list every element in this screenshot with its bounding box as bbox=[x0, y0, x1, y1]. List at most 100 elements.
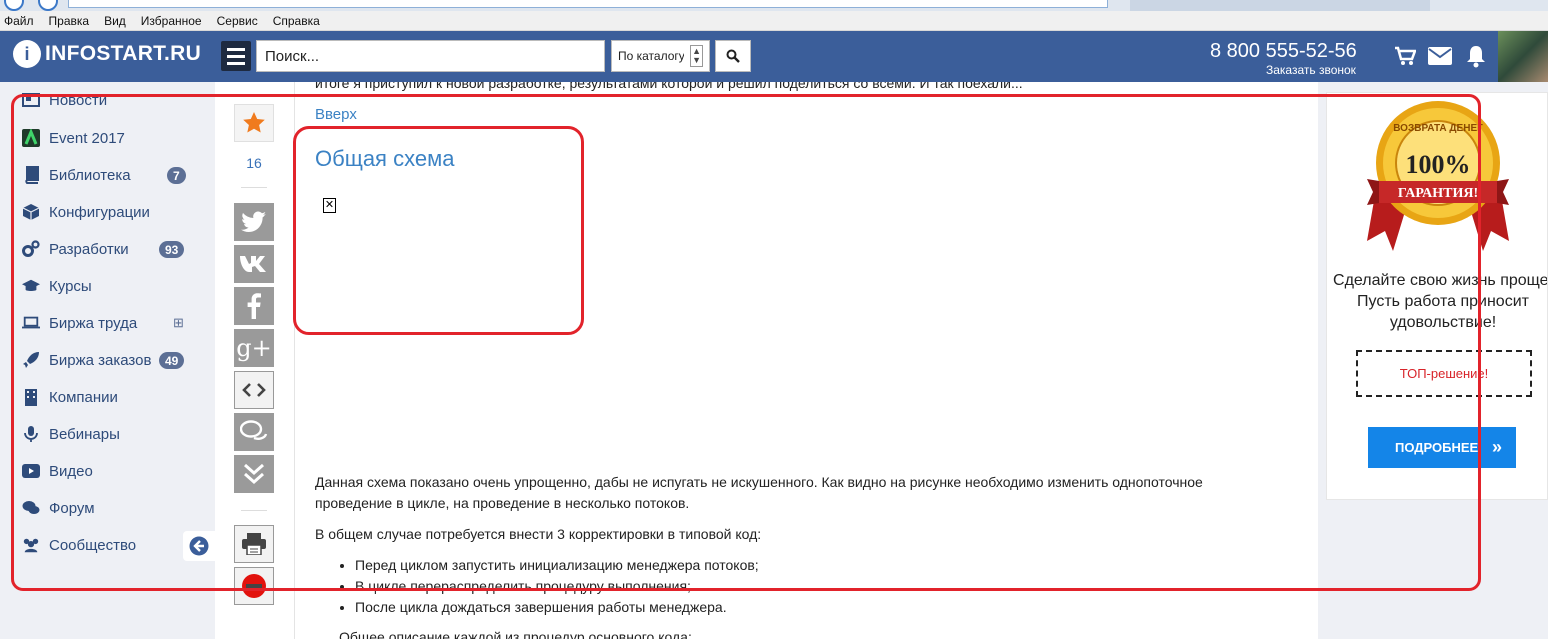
guarantee-seal-icon: ВОЗВРАТА ДЕНЕГ 100% ГАРАНТИЯ! bbox=[1367, 101, 1509, 251]
seal-percent-text: 100% bbox=[1406, 150, 1471, 179]
sidebar-item-forum[interactable]: Форум bbox=[22, 497, 95, 519]
search-icon bbox=[726, 49, 740, 63]
user-avatar[interactable] bbox=[1498, 31, 1548, 82]
stop-icon bbox=[242, 574, 266, 598]
sidebar-item-configurations[interactable]: Конфигурации bbox=[22, 201, 150, 223]
google-plus-icon: g+ bbox=[236, 334, 272, 362]
sidebar-nav: Новости Event 2017 Библиотека 7 Конфигур… bbox=[0, 82, 215, 639]
menu-help[interactable]: Справка bbox=[273, 14, 320, 28]
twitter-icon bbox=[241, 211, 266, 232]
arrow-left-circle-icon bbox=[189, 536, 209, 556]
right-sidebar: ВОЗВРАТА ДЕНЕГ 100% ГАРАНТИЯ! Сделайте с… bbox=[1318, 82, 1548, 639]
sidebar-item-video[interactable]: Видео bbox=[22, 460, 93, 482]
share-toolbar: 16 g+ bbox=[215, 82, 295, 639]
seal-top-text: ВОЗВРАТА ДЕНЕГ bbox=[1393, 123, 1483, 134]
sidebar-item-community[interactable]: Сообщество bbox=[22, 534, 136, 556]
site-logo[interactable]: i INFOSTART.RU bbox=[13, 40, 201, 68]
browser-back-button[interactable] bbox=[4, 0, 24, 11]
sidebar-item-order-exchange[interactable]: Биржа заказов bbox=[22, 349, 151, 371]
sidebar-item-event[interactable]: Event 2017 bbox=[22, 127, 125, 149]
sidebar-item-news[interactable]: Новости bbox=[22, 89, 107, 111]
sidebar-item-label: Новости bbox=[49, 91, 108, 109]
expand-plus-icon[interactable]: ⊞ bbox=[173, 315, 184, 331]
browser-tabs[interactable] bbox=[1130, 0, 1430, 11]
browser-menubar: Файл Правка Вид Избранное Сервис Справка bbox=[0, 11, 1548, 31]
share-google-plus-button[interactable]: g+ bbox=[234, 329, 274, 367]
phone-number[interactable]: 8 800 555-52-56 bbox=[1210, 40, 1357, 63]
share-vk-button[interactable] bbox=[234, 245, 274, 283]
building-icon bbox=[22, 388, 40, 406]
list-item: В цикле перераспределить процедуру выпол… bbox=[355, 576, 759, 597]
sidebar-item-companies[interactable]: Компании bbox=[22, 386, 118, 408]
menu-hamburger-button[interactable] bbox=[221, 41, 251, 71]
chevron-double-right-icon: » bbox=[1491, 437, 1502, 457]
sidebar-item-label: Видео bbox=[49, 462, 93, 480]
sidebar-item-webinars[interactable]: Вебинары bbox=[22, 423, 120, 445]
menu-view[interactable]: Вид bbox=[104, 14, 126, 28]
sidebar-item-label: Event 2017 bbox=[49, 129, 125, 147]
catalog-select-value: По каталогу bbox=[618, 49, 684, 63]
search-button[interactable] bbox=[715, 40, 751, 72]
mail-icon[interactable] bbox=[1428, 47, 1452, 65]
article-bullet-list: Перед циклом запустить инициализацию мен… bbox=[315, 555, 759, 618]
sidebar-item-label: Биржа заказов bbox=[49, 351, 152, 369]
list-item: После цикла дождаться завершения работы … bbox=[355, 597, 759, 618]
scroll-down-button[interactable] bbox=[234, 455, 274, 493]
facebook-icon bbox=[247, 293, 261, 319]
bell-icon[interactable] bbox=[1465, 44, 1487, 68]
menu-favorites[interactable]: Избранное bbox=[141, 14, 202, 28]
sidebar-collapse-button[interactable] bbox=[183, 531, 215, 561]
chevron-double-down-icon bbox=[244, 463, 264, 485]
article-content: итоге я приступил к новой разработке, ре… bbox=[295, 82, 1318, 639]
sidebar-item-label: Биржа труда bbox=[49, 314, 138, 332]
event-logo-icon bbox=[22, 129, 40, 147]
sidebar-item-courses[interactable]: Курсы bbox=[22, 275, 92, 297]
sidebar-item-label: Библиотека bbox=[49, 166, 131, 184]
comments-icon bbox=[240, 420, 268, 440]
sidebar-item-developments[interactable]: Разработки bbox=[22, 238, 129, 260]
search-input[interactable] bbox=[256, 40, 605, 72]
share-twitter-button[interactable] bbox=[234, 203, 274, 241]
laptop-icon bbox=[22, 314, 40, 332]
library-count-badge: 7 bbox=[167, 167, 186, 184]
embed-code-button[interactable] bbox=[234, 371, 274, 409]
broken-image-icon: ✕ bbox=[323, 198, 336, 213]
stop-button[interactable] bbox=[234, 567, 274, 605]
logo-text: INFOSTART.RU bbox=[45, 42, 202, 65]
newspaper-icon bbox=[22, 91, 40, 109]
more-details-button[interactable]: ПОДРОБНЕЕ » bbox=[1368, 427, 1516, 468]
spinner-arrows-icon: ▲ ▼ bbox=[690, 45, 703, 67]
address-bar[interactable] bbox=[68, 0, 1108, 8]
sidebar-item-label: Вебинары bbox=[49, 425, 120, 443]
users-icon bbox=[22, 536, 40, 554]
sidebar-item-library[interactable]: Библиотека bbox=[22, 164, 131, 186]
sidebar-item-label: Форум bbox=[49, 499, 95, 517]
comments-button[interactable] bbox=[234, 413, 274, 451]
sidebar-item-label: Компании bbox=[49, 388, 118, 406]
browser-forward-button[interactable] bbox=[38, 0, 58, 11]
site-header: i INFOSTART.RU По каталогу ▲▼ 8 800 555-… bbox=[0, 31, 1548, 82]
print-icon bbox=[242, 533, 266, 555]
article-paragraph: Данная схема показано очень упрощенно, д… bbox=[315, 474, 1203, 511]
callback-link[interactable]: Заказать звонок bbox=[1266, 63, 1356, 77]
banner-slogan: Сделайте свою жизнь проще. Пусть работа … bbox=[1333, 272, 1548, 331]
article-text-line: итоге я приступил к новой разработке, ре… bbox=[315, 82, 1023, 91]
catalog-select[interactable]: По каталогу ▲ ▼ bbox=[611, 40, 710, 72]
share-facebook-button[interactable] bbox=[234, 287, 274, 325]
cart-icon[interactable] bbox=[1394, 45, 1416, 67]
menu-file[interactable]: Файл bbox=[4, 14, 34, 28]
orders-count-badge: 49 bbox=[159, 352, 185, 369]
back-to-top-link[interactable]: Вверх bbox=[315, 106, 357, 123]
sidebar-item-job-board[interactable]: Биржа труда bbox=[22, 312, 137, 334]
rocket-icon bbox=[22, 351, 40, 369]
favorite-button[interactable] bbox=[234, 104, 274, 142]
menu-tools[interactable]: Сервис bbox=[217, 14, 258, 28]
vk-icon bbox=[240, 256, 266, 272]
star-icon bbox=[243, 112, 265, 133]
print-button[interactable] bbox=[234, 525, 274, 563]
book-icon bbox=[22, 166, 40, 184]
gears-icon bbox=[22, 240, 40, 258]
menu-edit[interactable]: Правка bbox=[49, 14, 90, 28]
top-solution-badge: ТОП-решение! bbox=[1356, 350, 1532, 397]
developments-count-badge: 93 bbox=[159, 241, 185, 258]
